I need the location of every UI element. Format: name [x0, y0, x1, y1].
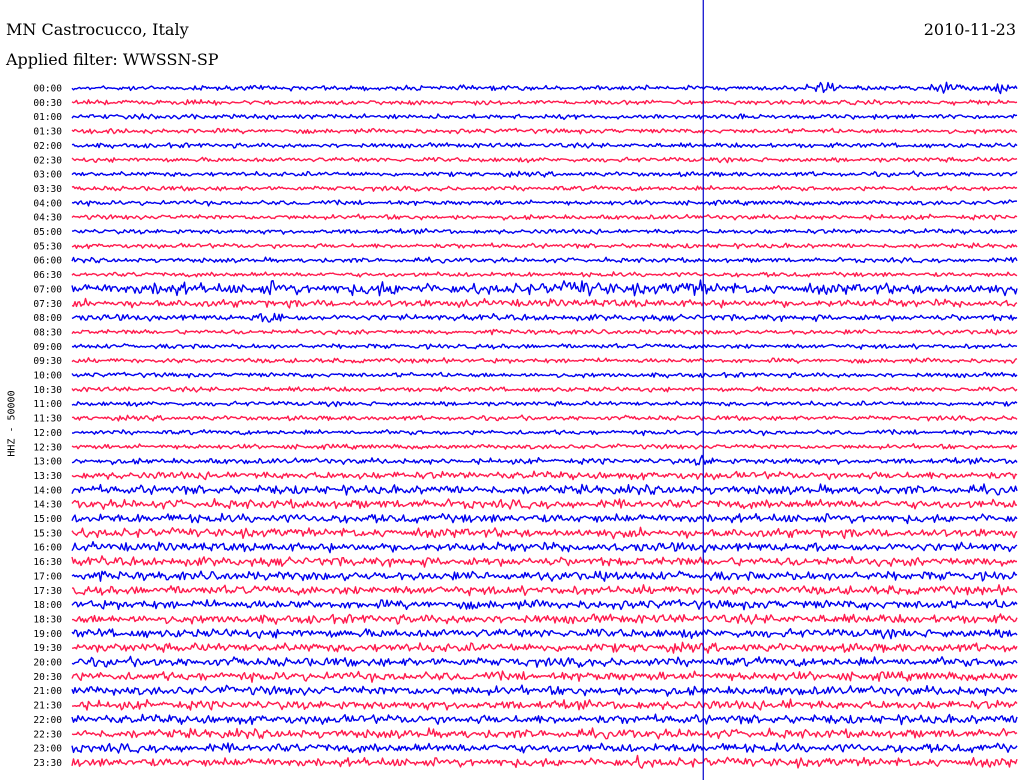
time-tick-label: 14:00 [33, 485, 62, 496]
seismogram-trace-1630 [71, 555, 1017, 568]
time-tick-label: 22:30 [33, 729, 62, 740]
time-tick-labels: 00:00 00:30 01:00 01:30 02:00 02:30 03:00 03:30… [33, 84, 62, 769]
seismogram-trace-2030 [71, 670, 1018, 683]
time-tick-label: 00:00 [33, 84, 62, 95]
seismogram-trace-0530 [71, 242, 1018, 250]
time-tick-label: 10:00 [33, 371, 62, 382]
seismogram-trace-0730 [71, 297, 1018, 309]
time-tick-label: 05:00 [33, 227, 62, 238]
seismogram-trace-0000 [71, 81, 1018, 95]
seismogram-trace-0800 [71, 312, 1018, 323]
time-tick-label: 12:30 [33, 442, 62, 453]
time-tick-label: 16:00 [33, 543, 62, 554]
seismogram-trace-0030 [71, 99, 1018, 106]
seismogram-trace-1430 [71, 498, 1018, 510]
trace-group [71, 81, 1018, 769]
time-tick-label: 13:30 [33, 471, 62, 482]
time-tick-label: 22:00 [33, 715, 62, 726]
time-tick-label: 17:30 [33, 586, 62, 597]
seismogram-trace-1400 [71, 483, 1018, 496]
time-tick-label: 18:30 [33, 614, 62, 625]
time-tick-label: 00:30 [33, 98, 62, 109]
seismogram-trace-1800 [71, 598, 1018, 611]
time-tick-label: 09:00 [33, 342, 62, 353]
seismogram-trace-1530 [71, 526, 1018, 540]
seismogram-trace-2230 [71, 727, 1018, 740]
seismogram-trace-1700 [71, 570, 1018, 582]
time-tick-label: 04:30 [33, 213, 62, 224]
time-tick-label: 03:30 [33, 184, 62, 195]
seismogram-trace-2130 [72, 698, 1018, 711]
time-tick-label: 07:30 [33, 299, 62, 310]
time-tick-label: 15:30 [33, 528, 62, 539]
time-tick-label: 03:00 [33, 170, 62, 181]
time-tick-label: 05:30 [33, 241, 62, 252]
time-tick-label: 07:00 [33, 284, 62, 295]
time-tick-label: 23:00 [33, 744, 62, 755]
time-tick-label: 20:00 [33, 658, 62, 669]
seismogram-trace-1130 [71, 414, 1018, 422]
seismogram-trace-0900 [71, 343, 1018, 350]
helicorder-plot: 00:00 00:30 01:00 01:30 02:00 02:30 03:00 03:30… [33, 0, 1018, 780]
time-tick-label: 20:30 [33, 672, 62, 683]
time-tick-label: 21:00 [33, 686, 62, 697]
time-tick-label: 10:30 [33, 385, 62, 396]
seismogram-trace-2000 [71, 655, 1018, 668]
seismogram-trace-1230 [71, 443, 1018, 450]
seismogram-trace-1100 [71, 400, 1018, 408]
seismogram-trace-0830 [71, 328, 1018, 336]
time-tick-label: 14:30 [33, 500, 62, 511]
seismogram-trace-2330 [71, 754, 1018, 769]
time-tick-label: 04:00 [33, 198, 62, 209]
seismogram-trace-0330 [71, 185, 1018, 192]
time-tick-label: 12:00 [33, 428, 62, 439]
time-tick-label: 06:30 [33, 270, 62, 281]
time-tick-label: 02:00 [33, 141, 62, 152]
seismogram-trace-1930 [71, 641, 1018, 654]
seismogram-trace-0930 [71, 357, 1018, 364]
time-tick-label: 15:00 [33, 514, 62, 525]
time-tick-label: 23:30 [33, 758, 62, 769]
seismogram-trace-1500 [71, 512, 1018, 525]
time-tick-label: 01:30 [33, 127, 62, 138]
seismogram-trace-1600 [71, 541, 1018, 554]
seismogram-trace-0500 [71, 228, 1018, 235]
time-tick-label: 06:00 [33, 256, 62, 267]
seismogram-trace-1900 [71, 628, 1018, 640]
time-tick-label: 08:30 [33, 327, 62, 338]
time-tick-label: 11:30 [33, 414, 62, 425]
seismogram-trace-0630 [71, 271, 1018, 278]
seismogram-trace-2300 [71, 742, 1018, 754]
seismogram-trace-0130 [71, 127, 1018, 135]
seismogram-trace-2100 [71, 684, 1018, 697]
time-tick-label: 08:00 [33, 313, 62, 324]
seismogram-trace-1300 [71, 454, 1018, 466]
time-tick-label: 18:00 [33, 600, 62, 611]
seismogram-trace-1830 [72, 613, 1018, 625]
seismogram-trace-0600 [71, 256, 1018, 264]
time-tick-label: 13:00 [33, 457, 62, 468]
seismogram-trace-1030 [71, 386, 1018, 393]
seismogram-trace-0230 [71, 156, 1018, 164]
time-tick-label: 16:30 [33, 557, 62, 568]
seismogram-trace-0300 [71, 170, 1018, 178]
seismogram-trace-1000 [71, 371, 1018, 379]
time-tick-label: 01:00 [33, 112, 62, 123]
seismogram-trace-1200 [71, 429, 1018, 437]
seismogram-trace-0430 [71, 213, 1018, 221]
seismogram-trace-0200 [71, 142, 1018, 149]
seismogram-trace-2200 [71, 713, 1018, 726]
time-tick-label: 02:30 [33, 155, 62, 166]
time-tick-label: 11:00 [33, 399, 62, 410]
time-tick-label: 19:00 [33, 629, 62, 640]
time-tick-label: 17:00 [33, 571, 62, 582]
seismogram-trace-0100 [71, 113, 1018, 121]
time-tick-label: 09:30 [33, 356, 62, 367]
seismogram-trace-1330 [71, 470, 1018, 481]
time-tick-label: 19:30 [33, 643, 62, 654]
seismogram-trace-1730 [71, 584, 1018, 597]
seismogram-trace-0700 [71, 279, 1018, 297]
seismogram-trace-0400 [71, 199, 1018, 207]
time-tick-label: 21:30 [33, 701, 62, 712]
